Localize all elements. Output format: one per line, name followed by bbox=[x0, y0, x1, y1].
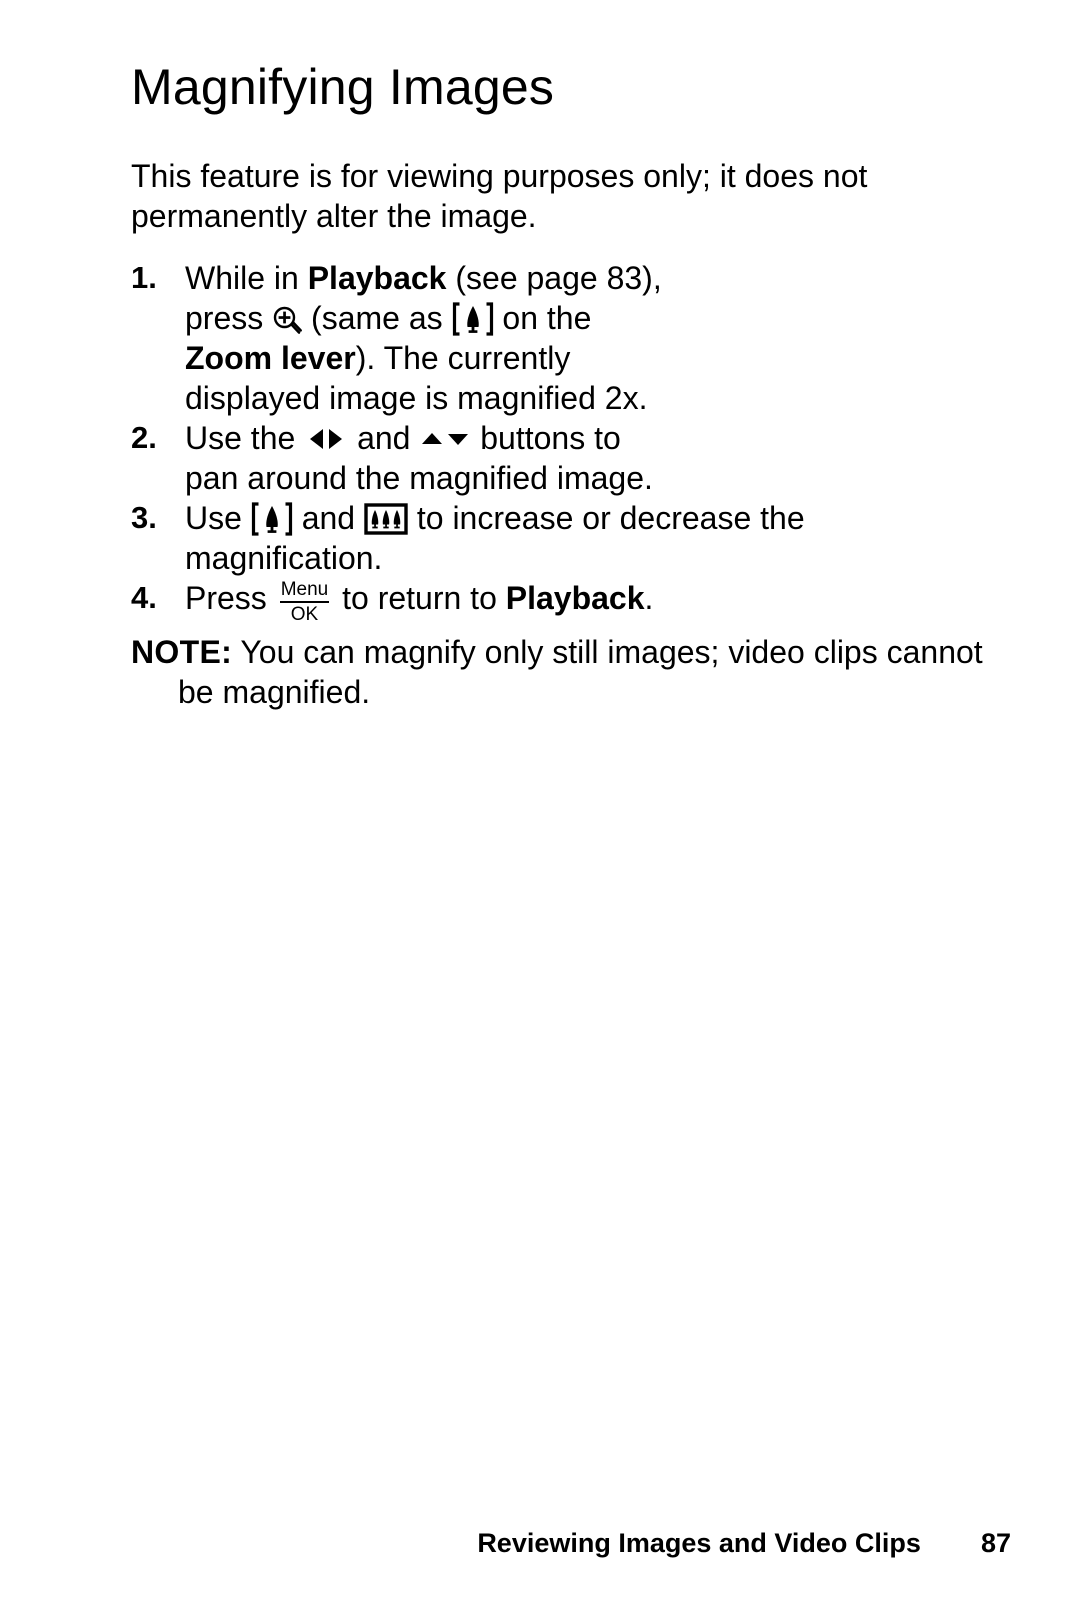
step-4-text-1: Press bbox=[185, 580, 276, 616]
step-number-2: 2. bbox=[131, 420, 157, 455]
left-right-arrows-icon bbox=[304, 425, 348, 453]
step-item-2: 2. Use the and buttons to pan around the… bbox=[131, 418, 1011, 498]
step-1-text-4: on the bbox=[493, 300, 592, 336]
step-number-4: 4. bbox=[131, 580, 157, 615]
menu-ok-top-label: Menu bbox=[279, 580, 330, 603]
page-content: Magnifying Images This feature is for vi… bbox=[131, 62, 1011, 712]
step-1-text-3: (same as bbox=[302, 300, 452, 336]
note-block: NOTE: You can magnify only still images;… bbox=[131, 632, 991, 712]
note-label: NOTE: bbox=[131, 634, 233, 670]
step-body-4: Press Menu OK to return to Playback. bbox=[185, 578, 925, 624]
step-4-text-3: . bbox=[644, 580, 654, 616]
telephoto-tree-icon bbox=[452, 302, 494, 336]
step-body-3: Use and to increase or decrease the magn… bbox=[185, 498, 925, 578]
manual-page: Magnifying Images This feature is for vi… bbox=[0, 0, 1080, 1620]
wide-angle-trees-icon bbox=[364, 502, 408, 536]
step-body-2: Use the and buttons to pan around the ma… bbox=[185, 418, 665, 498]
footer-section-title: Reviewing Images and Video Clips bbox=[477, 1528, 921, 1558]
note-text-line-2: be magnified. bbox=[178, 674, 371, 710]
menu-ok-bottom-label: OK bbox=[290, 604, 319, 625]
page-title: Magnifying Images bbox=[131, 59, 555, 115]
footer-page-number: 87 bbox=[980, 1528, 1011, 1558]
steps-list: 1. While in Playback (see page 83), pres… bbox=[131, 258, 1011, 624]
note-text-line-1: You can magnify only still images; video… bbox=[240, 634, 983, 670]
up-down-arrows-icon bbox=[419, 426, 471, 452]
step-1-bold-zoomlever: Zoom lever bbox=[185, 340, 356, 376]
telephoto-tree-icon bbox=[251, 502, 293, 536]
step-4-text-2: to return to bbox=[333, 580, 506, 616]
step-2-text-2: and bbox=[348, 420, 420, 456]
step-item-4: 4. Press Menu OK to return to Playback. bbox=[131, 578, 1011, 624]
step-3-text-1: Use bbox=[185, 500, 251, 536]
menu-ok-button-icon: Menu OK bbox=[279, 580, 330, 625]
page-footer: Reviewing Images and Video Clips 87 bbox=[131, 1528, 1011, 1559]
step-item-1: 1. While in Playback (see page 83), pres… bbox=[131, 258, 1011, 418]
step-1-text-1: While in bbox=[185, 260, 308, 296]
step-4-bold-playback: Playback bbox=[505, 580, 645, 616]
step-2-text-1: Use the bbox=[185, 420, 305, 456]
step-body-1: While in Playback (see page 83), press (… bbox=[185, 258, 665, 418]
step-item-3: 3. Use and to increase or decrease the m… bbox=[131, 498, 1011, 578]
magnifier-plus-icon bbox=[272, 305, 303, 335]
intro-paragraph: This feature is for viewing purposes onl… bbox=[131, 158, 868, 234]
step-3-text-2: and bbox=[292, 500, 364, 536]
step-1-bold-playback: Playback bbox=[307, 260, 447, 296]
step-number-1: 1. bbox=[131, 260, 157, 295]
step-number-3: 3. bbox=[131, 500, 157, 535]
